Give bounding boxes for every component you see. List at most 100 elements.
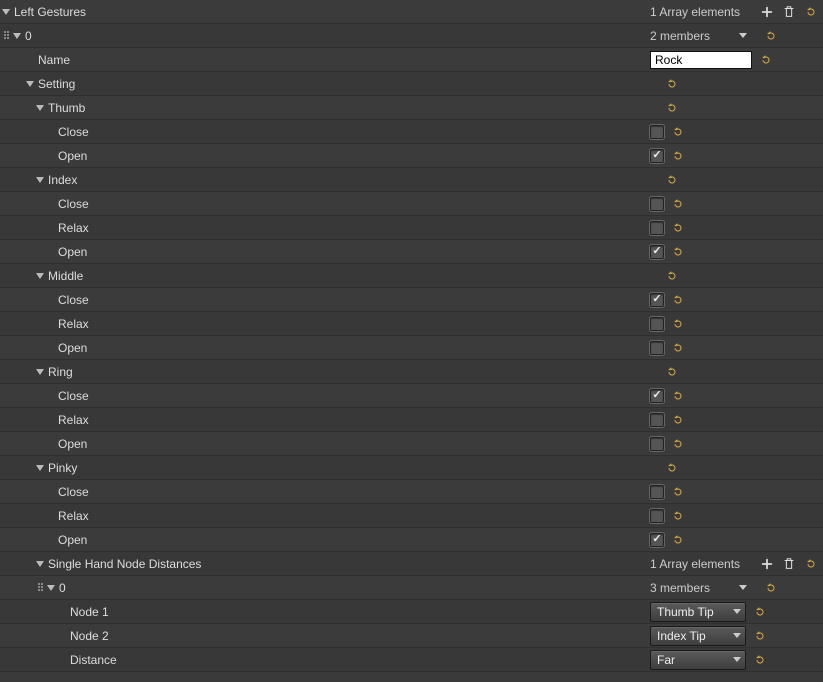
members-summary: 2 members — [650, 29, 710, 43]
finger-state-label: Open — [58, 533, 87, 547]
expand-caret-icon[interactable] — [13, 33, 21, 39]
finger-state-checkbox[interactable] — [650, 221, 664, 235]
revert-value-icon[interactable] — [670, 340, 686, 356]
distance-dropdown[interactable]: Far — [650, 650, 746, 670]
revert-node1-dropdown-icon[interactable] — [752, 604, 768, 620]
finger-state-checkbox[interactable] — [650, 533, 664, 547]
revert-finger-icon[interactable] — [664, 364, 680, 380]
revert-name-icon[interactable] — [758, 52, 774, 68]
expand-caret-icon[interactable] — [47, 585, 55, 591]
add-element-icon[interactable] — [759, 4, 775, 20]
revert-node2-dropdown-icon[interactable] — [752, 628, 768, 644]
revert-value-icon[interactable] — [670, 388, 686, 404]
finger-label: Index — [48, 173, 77, 187]
finger-state-label: Close — [58, 293, 89, 307]
revert-item0-icon[interactable] — [763, 28, 779, 44]
finger-state-label: Open — [58, 437, 87, 451]
array-index-label: 0 — [25, 29, 32, 43]
distance-label: Distance — [70, 653, 117, 667]
revert-value-icon[interactable] — [670, 412, 686, 428]
revert-value-icon[interactable] — [670, 316, 686, 332]
name-input[interactable] — [650, 51, 752, 69]
array-summary: 1 Array elements — [650, 5, 740, 19]
finger-state-label: Open — [58, 149, 87, 163]
revert-distances-icon[interactable] — [803, 556, 819, 572]
node2-label: Node 2 — [70, 629, 109, 643]
finger-state-label: Close — [58, 389, 89, 403]
finger-state-checkbox[interactable] — [650, 197, 664, 211]
chevron-down-icon — [733, 609, 741, 614]
finger-state-label: Close — [58, 197, 89, 211]
finger-state-checkbox[interactable] — [650, 341, 664, 355]
revert-finger-icon[interactable] — [664, 268, 680, 284]
name-label: Name — [38, 53, 70, 67]
revert-distance-dropdown-icon[interactable] — [752, 652, 768, 668]
revert-finger-icon[interactable] — [664, 100, 680, 116]
expand-caret-icon[interactable] — [36, 177, 44, 183]
finger-state-label: Open — [58, 245, 87, 259]
expand-members-icon[interactable] — [739, 585, 747, 590]
array-index-label: 0 — [59, 581, 66, 595]
revert-value-icon[interactable] — [670, 220, 686, 236]
revert-value-icon[interactable] — [670, 124, 686, 140]
node2-dropdown-value: Index Tip — [657, 629, 706, 643]
finger-state-checkbox[interactable] — [650, 509, 664, 523]
revert-finger-icon[interactable] — [664, 460, 680, 476]
distances-label: Single Hand Node Distances — [48, 557, 201, 571]
expand-caret-icon[interactable] — [36, 465, 44, 471]
revert-value-icon[interactable] — [670, 484, 686, 500]
delete-all-icon[interactable] — [781, 4, 797, 20]
finger-label: Thumb — [48, 101, 85, 115]
revert-dist-item0-icon[interactable] — [763, 580, 779, 596]
expand-members-icon[interactable] — [739, 33, 747, 38]
finger-state-checkbox[interactable] — [650, 317, 664, 331]
expand-caret-icon[interactable] — [36, 105, 44, 111]
finger-state-checkbox[interactable] — [650, 413, 664, 427]
finger-state-label: Close — [58, 485, 89, 499]
finger-state-label: Close — [58, 125, 89, 139]
finger-state-checkbox[interactable] — [650, 125, 664, 139]
drag-handle-icon[interactable] — [4, 31, 10, 41]
delete-all-icon[interactable] — [781, 556, 797, 572]
revert-setting-icon[interactable] — [664, 76, 680, 92]
revert-value-icon[interactable] — [670, 292, 686, 308]
expand-caret-icon[interactable] — [2, 9, 10, 15]
revert-value-icon[interactable] — [670, 196, 686, 212]
revert-value-icon[interactable] — [670, 508, 686, 524]
finger-state-checkbox[interactable] — [650, 245, 664, 259]
add-element-icon[interactable] — [759, 556, 775, 572]
revert-finger-icon[interactable] — [664, 172, 680, 188]
expand-caret-icon[interactable] — [36, 369, 44, 375]
chevron-down-icon — [733, 633, 741, 638]
node1-label: Node 1 — [70, 605, 109, 619]
finger-state-checkbox[interactable] — [650, 149, 664, 163]
root-label: Left Gestures — [14, 5, 86, 19]
finger-label: Ring — [48, 365, 73, 379]
node1-dropdown[interactable]: Thumb Tip — [650, 602, 746, 622]
expand-caret-icon[interactable] — [36, 561, 44, 567]
revert-root-icon[interactable] — [803, 4, 819, 20]
revert-value-icon[interactable] — [670, 148, 686, 164]
revert-value-icon[interactable] — [670, 244, 686, 260]
finger-state-label: Relax — [58, 509, 89, 523]
chevron-down-icon — [733, 657, 741, 662]
members-summary: 3 members — [650, 581, 710, 595]
finger-state-checkbox[interactable] — [650, 293, 664, 307]
finger-state-checkbox[interactable] — [650, 485, 664, 499]
finger-label: Pinky — [48, 461, 77, 475]
distance-dropdown-value: Far — [657, 653, 675, 667]
revert-value-icon[interactable] — [670, 532, 686, 548]
finger-state-checkbox[interactable] — [650, 437, 664, 451]
revert-value-icon[interactable] — [670, 436, 686, 452]
finger-label: Middle — [48, 269, 83, 283]
finger-state-label: Relax — [58, 317, 89, 331]
node1-dropdown-value: Thumb Tip — [657, 605, 714, 619]
expand-caret-icon[interactable] — [26, 81, 34, 87]
drag-handle-icon[interactable] — [38, 583, 44, 593]
node2-dropdown[interactable]: Index Tip — [650, 626, 746, 646]
expand-caret-icon[interactable] — [36, 273, 44, 279]
setting-label: Setting — [38, 77, 75, 91]
finger-state-label: Open — [58, 341, 87, 355]
array-summary: 1 Array elements — [650, 557, 740, 571]
finger-state-checkbox[interactable] — [650, 389, 664, 403]
